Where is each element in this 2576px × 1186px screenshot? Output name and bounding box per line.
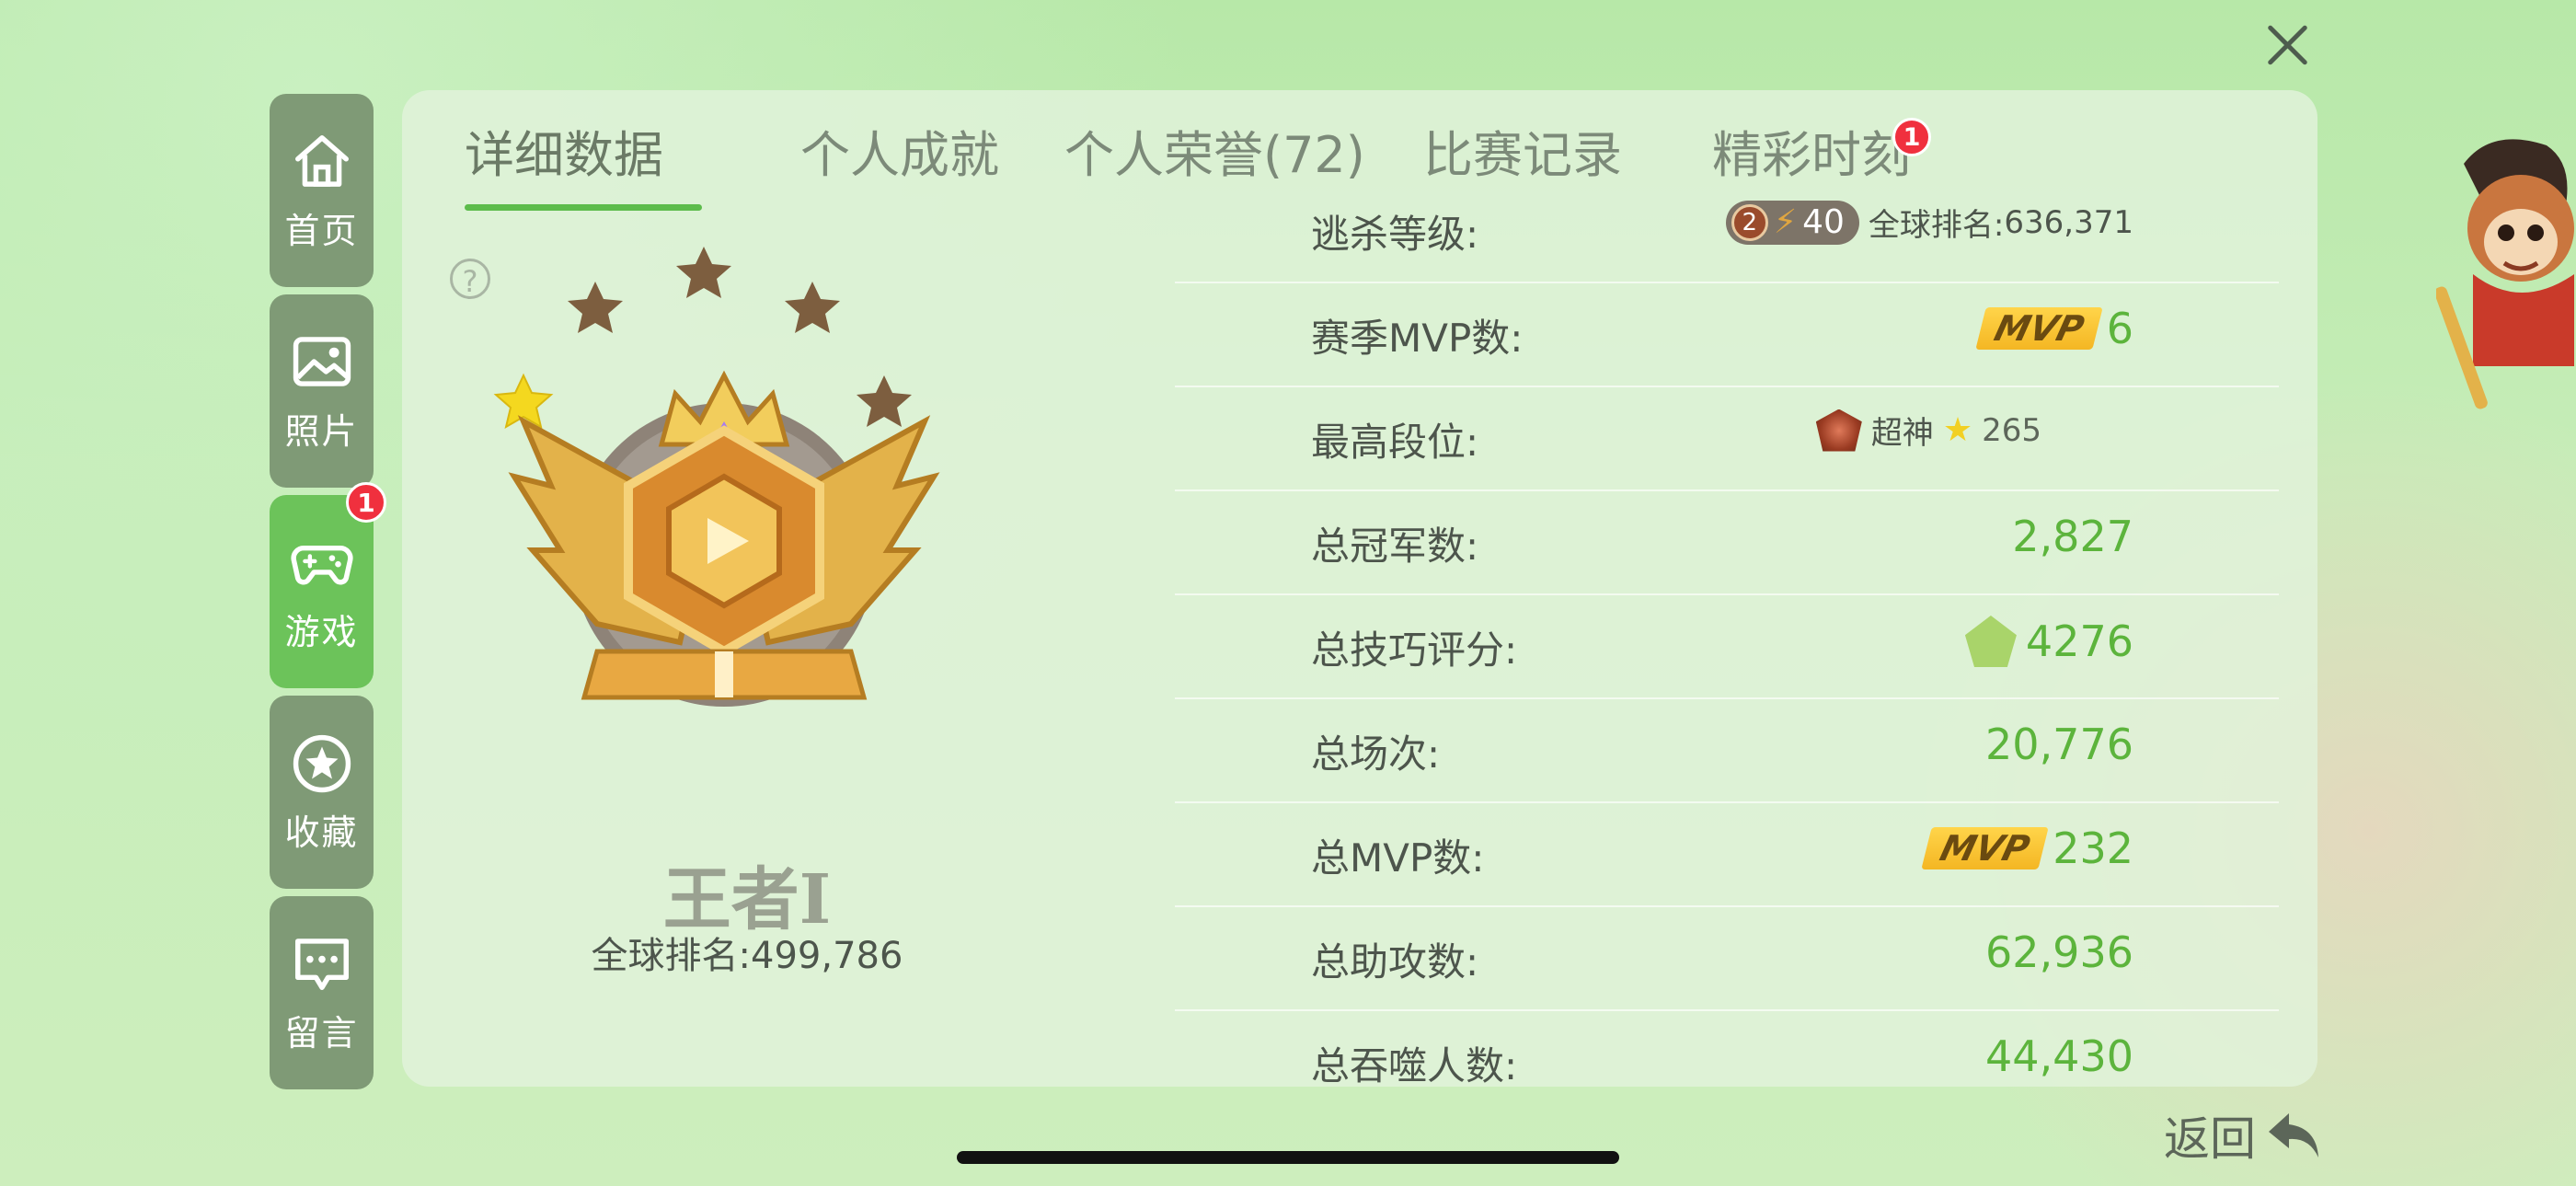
stat-value: 20,776 bbox=[1985, 720, 2133, 769]
stat-row-season-mvp: 赛季MVP数: MVP 6 bbox=[1175, 282, 2279, 387]
sidebar-item-games[interactable]: 1 游戏 bbox=[270, 482, 386, 688]
stat-value: 2,827 bbox=[2012, 512, 2133, 561]
global-rank-label: 全球排名: bbox=[1868, 207, 2005, 244]
stat-value: 超神 ★ 265 bbox=[1815, 408, 2041, 453]
stat-value: 62,936 bbox=[1985, 927, 2133, 977]
stat-row-total-games: 总场次: 20,776 bbox=[1175, 697, 2279, 803]
tier-icon: 2 bbox=[1731, 203, 1768, 241]
escape-level-pill: 2 ⚡ 40 bbox=[1725, 200, 1859, 245]
main-panel: 详细数据 个人成就 个人荣誉(72) 比赛记录 精彩时刻 1 ? 王者Ⅰ 全球排… bbox=[402, 90, 2317, 1088]
mascot-character bbox=[2436, 139, 2574, 409]
rank-badge-icon bbox=[1815, 409, 1862, 452]
back-label: 返回 bbox=[2164, 1112, 2256, 1166]
notification-badge: 1 bbox=[346, 482, 386, 523]
tab-match-history[interactable]: 比赛记录 bbox=[1423, 114, 1622, 187]
total-champion-value: 2,827 bbox=[2012, 512, 2133, 561]
stat-label: 总MVP数: bbox=[1311, 835, 1485, 881]
stat-row-skill-score: 总技巧评分: 4276 bbox=[1175, 593, 2279, 699]
close-button[interactable] bbox=[2265, 22, 2311, 68]
rank-global-ranking: 全球排名:499,786 bbox=[591, 935, 903, 977]
mvp-badge: MVP bbox=[1974, 307, 2103, 350]
stat-label: 总场次: bbox=[1311, 731, 1441, 777]
stat-row-total-devour: 总吞噬人数: 44,430 bbox=[1175, 1009, 2279, 1113]
stat-label: 总助攻数: bbox=[1311, 939, 1479, 984]
rank-stars bbox=[493, 247, 912, 430]
notification-badge: 1 bbox=[1892, 118, 1931, 156]
rank-star-empty bbox=[857, 375, 912, 427]
sidebar-item-label: 首页 bbox=[284, 210, 359, 251]
sidebar-item-messages[interactable]: 留言 bbox=[270, 896, 374, 1089]
rank-emblem bbox=[493, 247, 940, 707]
rank-star-empty bbox=[785, 282, 840, 333]
total-mvp-value: 232 bbox=[2053, 823, 2133, 873]
stat-label: 逃杀等级: bbox=[1311, 212, 1479, 257]
season-mvp-value: 6 bbox=[2106, 304, 2133, 353]
sidebar-item-home[interactable]: 首页 bbox=[270, 94, 374, 287]
skill-score-value: 4276 bbox=[2025, 616, 2133, 666]
escape-level-value: 40 bbox=[1802, 203, 1845, 241]
back-button[interactable]: 返回 bbox=[2164, 1102, 2324, 1169]
home-indicator bbox=[957, 1151, 1619, 1164]
rank-star-empty bbox=[568, 282, 623, 333]
sidebar-item-photos[interactable]: 照片 bbox=[270, 294, 374, 488]
photo-icon bbox=[293, 336, 351, 386]
sidebar-item-label: 留言 bbox=[284, 1012, 359, 1054]
total-assists-value: 62,936 bbox=[1985, 927, 2133, 977]
stat-value: MVP 232 bbox=[1921, 823, 2133, 873]
message-icon bbox=[294, 938, 349, 990]
gamepad-icon bbox=[290, 545, 353, 584]
stat-label: 总技巧评分: bbox=[1311, 628, 1518, 673]
stat-label: 总冠军数: bbox=[1311, 524, 1479, 569]
stat-value: 4276 bbox=[1964, 616, 2133, 667]
active-tab-indicator bbox=[465, 204, 702, 211]
sidebar-item-label: 游戏 bbox=[284, 611, 359, 652]
skill-pentagon-icon bbox=[1964, 616, 2017, 667]
help-icon[interactable]: ? bbox=[450, 259, 490, 299]
home-icon bbox=[294, 134, 349, 187]
tab-highlights[interactable]: 精彩时刻 1 bbox=[1712, 114, 1931, 187]
global-rank-value: 636,371 bbox=[2004, 203, 2133, 241]
highest-rank-stars: 265 bbox=[1982, 411, 2041, 449]
stat-row-escape-level: 逃杀等级: 2 ⚡ 40 全球排名: 636,371 bbox=[1175, 178, 2279, 283]
highest-rank-name: 超神 bbox=[1870, 415, 1934, 452]
stat-value: MVP 6 bbox=[1974, 304, 2133, 353]
total-games-value: 20,776 bbox=[1985, 720, 2133, 769]
sidebar-item-favorites[interactable]: 收藏 bbox=[270, 696, 374, 889]
tab-honors[interactable]: 个人荣誉(72) bbox=[1064, 114, 1365, 187]
stat-row-total-assists: 总助攻数: 62,936 bbox=[1175, 905, 2279, 1011]
sidebar-item-label: 收藏 bbox=[284, 812, 359, 853]
stat-label: 赛季MVP数: bbox=[1311, 316, 1524, 361]
stat-row-total-mvp: 总MVP数: MVP 232 bbox=[1175, 801, 2279, 907]
star-icon: ★ bbox=[1942, 411, 1973, 449]
tab-label: 精彩时刻 bbox=[1712, 126, 1911, 184]
mvp-badge: MVP bbox=[1921, 827, 2049, 869]
stat-label: 最高段位: bbox=[1311, 420, 1479, 465]
sidebar: 首页 照片 1 游戏 收藏 留言 bbox=[270, 94, 386, 1097]
total-devour-value: 44,430 bbox=[1985, 1031, 2133, 1081]
tab-achievements[interactable]: 个人成就 bbox=[800, 114, 999, 187]
rank-star-empty bbox=[676, 247, 731, 298]
level-icon: ⚡ bbox=[1773, 203, 1798, 241]
return-arrow-icon bbox=[2269, 1113, 2318, 1157]
tab-detailed-data[interactable]: 详细数据 bbox=[465, 114, 663, 187]
stat-value: 2 ⚡ 40 全球排名: 636,371 bbox=[1725, 200, 2133, 245]
star-icon bbox=[293, 734, 351, 792]
stat-label: 总吞噬人数: bbox=[1311, 1043, 1518, 1088]
stat-value: 44,430 bbox=[1985, 1031, 2133, 1081]
stat-row-total-champion: 总冠军数: 2,827 bbox=[1175, 489, 2279, 595]
sidebar-item-label: 照片 bbox=[284, 410, 359, 452]
stat-row-highest-rank: 最高段位: 超神 ★ 265 bbox=[1175, 386, 2279, 491]
